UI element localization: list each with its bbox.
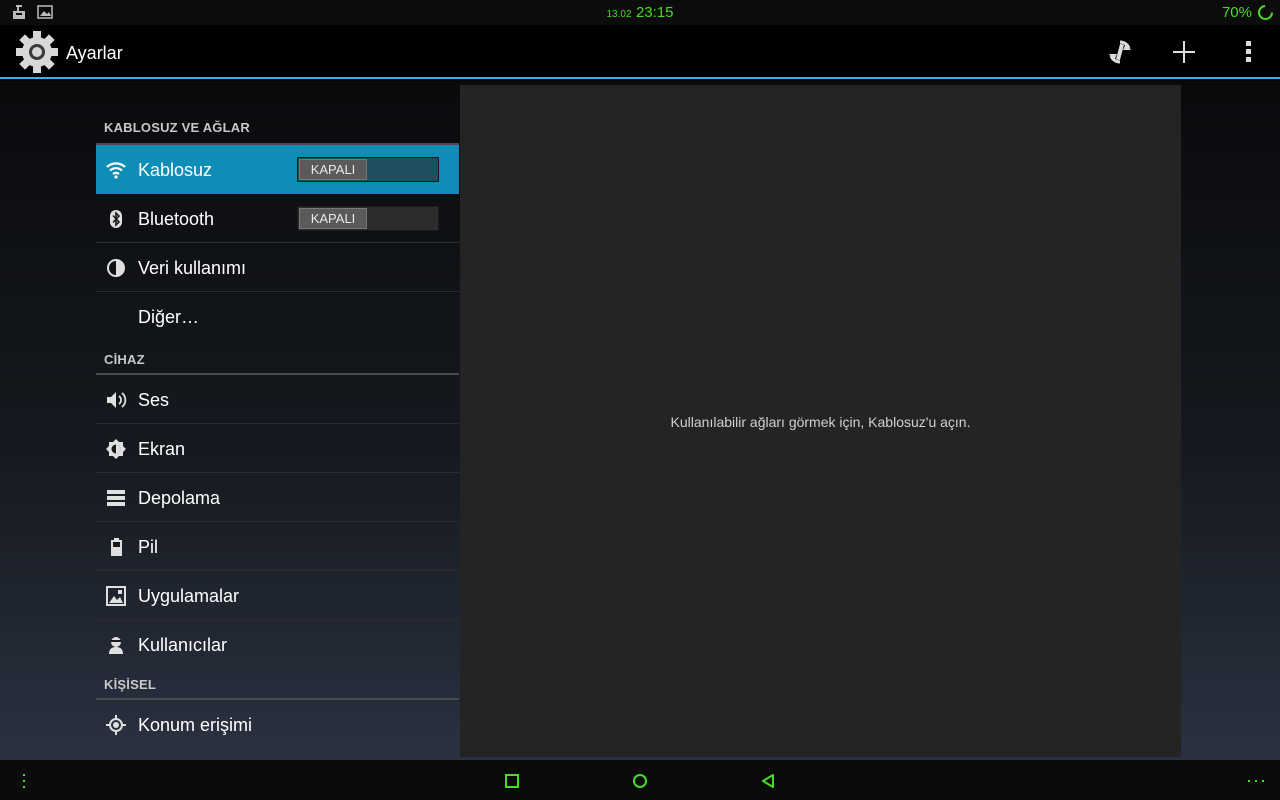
nav-item-label: Ekran	[138, 439, 186, 459]
data-usage-icon	[106, 258, 126, 278]
status-date: 13.02	[606, 9, 632, 20]
nav-item-display[interactable]: Ekran	[96, 424, 459, 473]
volume-icon	[106, 390, 127, 410]
overflow-menu-icon[interactable]	[1232, 36, 1264, 68]
nav-item-apps[interactable]: Uygulamalar	[96, 571, 459, 620]
nav-item-label: Veri kullanımı	[138, 258, 247, 278]
section-header-label: KİŞİSEL	[104, 677, 156, 692]
nav-item-users[interactable]: Kullanıcılar	[96, 620, 459, 669]
status-clock: 13.02 23:15	[0, 4, 1280, 22]
settings-content: KABLOSUZ VE AĞLAR Kablosuz KAPALI Blueto…	[0, 81, 1280, 760]
storage-icon	[106, 488, 126, 508]
wifi-toggle[interactable]: KAPALI	[297, 157, 439, 182]
battery-percent: 70%	[1221, 4, 1252, 21]
wifi-icon	[106, 160, 126, 180]
nav-item-sound[interactable]: Ses	[96, 375, 459, 424]
section-header-wireless: KABLOSUZ VE AĞLAR	[96, 81, 459, 145]
nav-item-battery[interactable]: Pil	[96, 522, 459, 571]
battery-icon	[106, 537, 126, 557]
recent-apps-icon[interactable]	[501, 770, 523, 792]
nav-item-location[interactable]: Konum erişimi	[96, 700, 459, 749]
action-bar: Ayarlar	[0, 25, 1280, 79]
system-nav-bar	[0, 760, 1280, 800]
section-header-label: KABLOSUZ VE AĞLAR	[104, 120, 250, 135]
nav-item-label: Uygulamalar	[138, 586, 240, 606]
nav-item-label: Konum erişimi	[138, 715, 253, 735]
detail-pane: Kullanılabilir ağları görmek için, Kablo…	[460, 85, 1181, 757]
status-bar: 13.02 23:15 70%	[0, 0, 1280, 25]
nav-item-data-usage[interactable]: Veri kullanımı	[96, 243, 459, 292]
user-icon	[106, 635, 126, 655]
nav-item-bluetooth[interactable]: Bluetooth KAPALI	[96, 194, 459, 243]
status-time: 23:15	[635, 4, 674, 21]
nav-item-storage[interactable]: Depolama	[96, 473, 459, 522]
section-header-device: CİHAZ	[96, 341, 459, 375]
more-dots-icon[interactable]	[1245, 770, 1267, 792]
bluetooth-toggle-state: KAPALI	[299, 208, 367, 229]
nav-item-label: Kablosuz	[138, 160, 213, 180]
sync-icon[interactable]	[1104, 36, 1136, 68]
section-header-personal: KİŞİSEL	[96, 669, 459, 700]
home-icon[interactable]	[629, 770, 651, 792]
bluetooth-toggle[interactable]: KAPALI	[297, 206, 439, 231]
settings-nav-list: KABLOSUZ VE AĞLAR Kablosuz KAPALI Blueto…	[96, 81, 459, 760]
location-icon	[106, 715, 126, 735]
wifi-toggle-state: KAPALI	[299, 159, 367, 180]
brightness-icon	[106, 439, 126, 459]
back-icon[interactable]	[757, 770, 779, 792]
section-header-label: CİHAZ	[104, 352, 145, 367]
apps-icon	[106, 586, 126, 606]
nav-item-more[interactable]: Diğer…	[96, 292, 459, 341]
menu-dots-icon[interactable]	[13, 770, 35, 792]
bluetooth-icon	[106, 209, 126, 229]
nav-item-label: Ses	[138, 390, 170, 410]
nav-item-wifi[interactable]: Kablosuz KAPALI	[96, 145, 459, 194]
nav-item-label: Depolama	[138, 488, 221, 508]
battery-ring-icon	[1257, 4, 1274, 21]
nav-item-label: Pil	[138, 537, 159, 557]
nav-item-label: Diğer…	[138, 307, 200, 327]
page-title: Ayarlar	[66, 43, 123, 63]
nav-item-label: Bluetooth	[138, 209, 215, 229]
wifi-off-message: Kullanılabilir ağları görmek için, Kablo…	[670, 414, 971, 430]
nav-item-label: Kullanıcılar	[138, 635, 228, 655]
add-icon[interactable]	[1168, 36, 1200, 68]
settings-gear-icon[interactable]	[14, 29, 60, 75]
